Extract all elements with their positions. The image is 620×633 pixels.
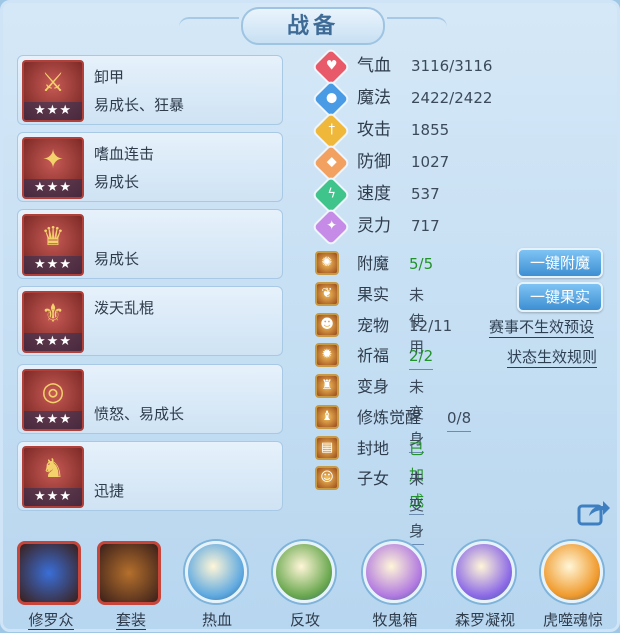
feature-icon: ♜ bbox=[315, 374, 339, 398]
skill-square-icon bbox=[97, 541, 161, 605]
feature-label: 子女 bbox=[357, 469, 390, 488]
skill-traits: 易成长 bbox=[94, 173, 140, 191]
feature-value: 12/11 bbox=[409, 317, 453, 335]
skill-icon: ◎ ★★★ bbox=[22, 369, 84, 431]
star-rating: ★★★ bbox=[24, 333, 82, 351]
bottom-skill-label: 虎噬魂惊 bbox=[542, 611, 603, 629]
skill-circle-icon bbox=[453, 541, 515, 603]
skill-square-icon bbox=[17, 541, 81, 605]
skill-traits: 易成长 bbox=[94, 250, 140, 268]
skill-glyph-icon: ⚜ bbox=[41, 299, 65, 329]
skill-icon: ♞ ★★★ bbox=[22, 446, 84, 508]
feature-value: 未变身 bbox=[409, 466, 425, 545]
feature-value: 0/8 bbox=[447, 405, 472, 432]
skill-circle-icon bbox=[185, 541, 247, 603]
skill-card[interactable]: ⚜ ★★★ 泼天乱棍 bbox=[17, 286, 283, 356]
enchant-all-button[interactable]: 一键附魔 bbox=[517, 248, 603, 278]
status-rules-link[interactable]: 状态生效规则 bbox=[507, 347, 598, 368]
skill-icon: ✦ ★★★ bbox=[22, 137, 84, 199]
star-rating: ★★★ bbox=[24, 411, 82, 429]
feature-icon: ♝ bbox=[315, 405, 339, 429]
skill-icon: ⚜ ★★★ bbox=[22, 291, 84, 353]
stat-label: 速度 bbox=[357, 184, 391, 204]
title-ornament-right bbox=[387, 17, 447, 29]
star-rating: ★★★ bbox=[24, 102, 82, 120]
skill-glyph-icon: ◎ bbox=[41, 377, 65, 407]
skill-card[interactable]: ♛ ★★★ 易成长 bbox=[17, 209, 283, 279]
event-preset-link[interactable]: 赛事不生效预设 bbox=[489, 317, 595, 338]
stat-value: 2422/2422 bbox=[411, 89, 493, 107]
title-ornament-left bbox=[179, 17, 239, 29]
feature-label: 封地 bbox=[357, 439, 390, 458]
bottom-skill-label: 森罗凝视 bbox=[454, 611, 515, 629]
bottom-skill-button[interactable]: 热血 bbox=[181, 537, 253, 633]
skill-card[interactable]: ✦ ★★★ 嗜血连击易成长 bbox=[17, 132, 283, 202]
bottom-skill-label: 反攻 bbox=[289, 611, 320, 629]
feature-label: 果实 bbox=[357, 285, 390, 304]
bottom-skill-label: 套装 bbox=[115, 611, 146, 630]
share-icon[interactable] bbox=[577, 498, 611, 526]
stat-value: 3116/3116 bbox=[411, 57, 493, 75]
skill-glyph-icon: ♛ bbox=[41, 222, 65, 252]
stat-label: 魔法 bbox=[357, 88, 391, 108]
feature-label: 变身 bbox=[357, 377, 390, 396]
skill-name: 泼天乱棍 bbox=[94, 299, 155, 317]
feature-icon: ▤ bbox=[315, 436, 339, 460]
bottom-skill-button[interactable]: 修罗众 bbox=[15, 537, 87, 633]
bottom-skill-button[interactable]: 套装 bbox=[95, 537, 167, 633]
feature-value: 2/2 bbox=[409, 343, 434, 370]
skill-circle-icon bbox=[541, 541, 603, 603]
skill-circle-icon bbox=[363, 541, 425, 603]
stat-value: 1855 bbox=[411, 121, 450, 139]
skill-icon: ♛ ★★★ bbox=[22, 214, 84, 276]
panel-title: 战备 bbox=[241, 7, 385, 45]
stat-label: 攻击 bbox=[357, 120, 391, 140]
spirit-icon: ✦ bbox=[311, 207, 351, 247]
skill-name: 嗜血连击 bbox=[94, 145, 155, 163]
skill-traits: 易成长、狂暴 bbox=[94, 96, 185, 114]
skill-card[interactable]: ⚔ ★★★ 卸甲易成长、狂暴 bbox=[17, 55, 283, 125]
fruit-all-button[interactable]: 一键果实 bbox=[517, 282, 603, 312]
skill-traits: 愤怒、易成长 bbox=[94, 405, 185, 423]
feature-icon: ☻ bbox=[315, 313, 339, 337]
skill-glyph-icon: ♞ bbox=[41, 454, 65, 484]
bottom-skill-label: 热血 bbox=[201, 611, 232, 629]
skill-name: 卸甲 bbox=[94, 68, 125, 86]
skill-circle-icon bbox=[273, 541, 335, 603]
feature-icon: ✺ bbox=[315, 251, 339, 275]
stat-label: 灵力 bbox=[357, 216, 391, 236]
feature-icon: ☺ bbox=[315, 466, 339, 490]
skill-card[interactable]: ♞ ★★★ 迅捷 bbox=[17, 441, 283, 511]
bottom-skill-button[interactable]: 牧鬼箱 bbox=[359, 537, 431, 633]
star-rating: ★★★ bbox=[24, 179, 82, 197]
bottom-skill-button[interactable]: 森罗凝视 bbox=[449, 537, 521, 633]
equipment-panel: 战备 ⚔ ★★★ 卸甲易成长、狂暴 ✦ ★★★ 嗜血连击易成长 ♛ ★★★ 易成长 ⚜ ★★★ 泼天乱… bbox=[0, 0, 620, 632]
stat-label: 气血 bbox=[357, 56, 391, 76]
bottom-skill-button[interactable]: 反攻 bbox=[269, 537, 341, 633]
feature-icon: ❦ bbox=[315, 282, 339, 306]
feature-value: 5/5 bbox=[409, 255, 434, 273]
bottom-skill-label: 牧鬼箱 bbox=[372, 611, 418, 629]
bottom-skill-label: 修罗众 bbox=[28, 611, 74, 630]
feature-label: 修炼觉醒 bbox=[357, 408, 422, 427]
skill-card[interactable]: ◎ ★★★ 愤怒、易成长 bbox=[17, 364, 283, 434]
stat-value: 717 bbox=[411, 217, 440, 235]
stat-value: 1027 bbox=[411, 153, 450, 171]
skill-traits: 迅捷 bbox=[94, 482, 125, 500]
stat-label: 防御 bbox=[357, 152, 391, 172]
star-rating: ★★★ bbox=[24, 256, 82, 274]
bottom-skill-button[interactable]: 虎噬魂惊 bbox=[537, 537, 609, 633]
skill-icon: ⚔ ★★★ bbox=[22, 60, 84, 122]
feature-icon: ✹ bbox=[315, 343, 339, 367]
stat-value: 537 bbox=[411, 185, 440, 203]
skill-glyph-icon: ⚔ bbox=[41, 68, 65, 98]
star-rating: ★★★ bbox=[24, 488, 82, 506]
skill-glyph-icon: ✦ bbox=[42, 145, 64, 175]
